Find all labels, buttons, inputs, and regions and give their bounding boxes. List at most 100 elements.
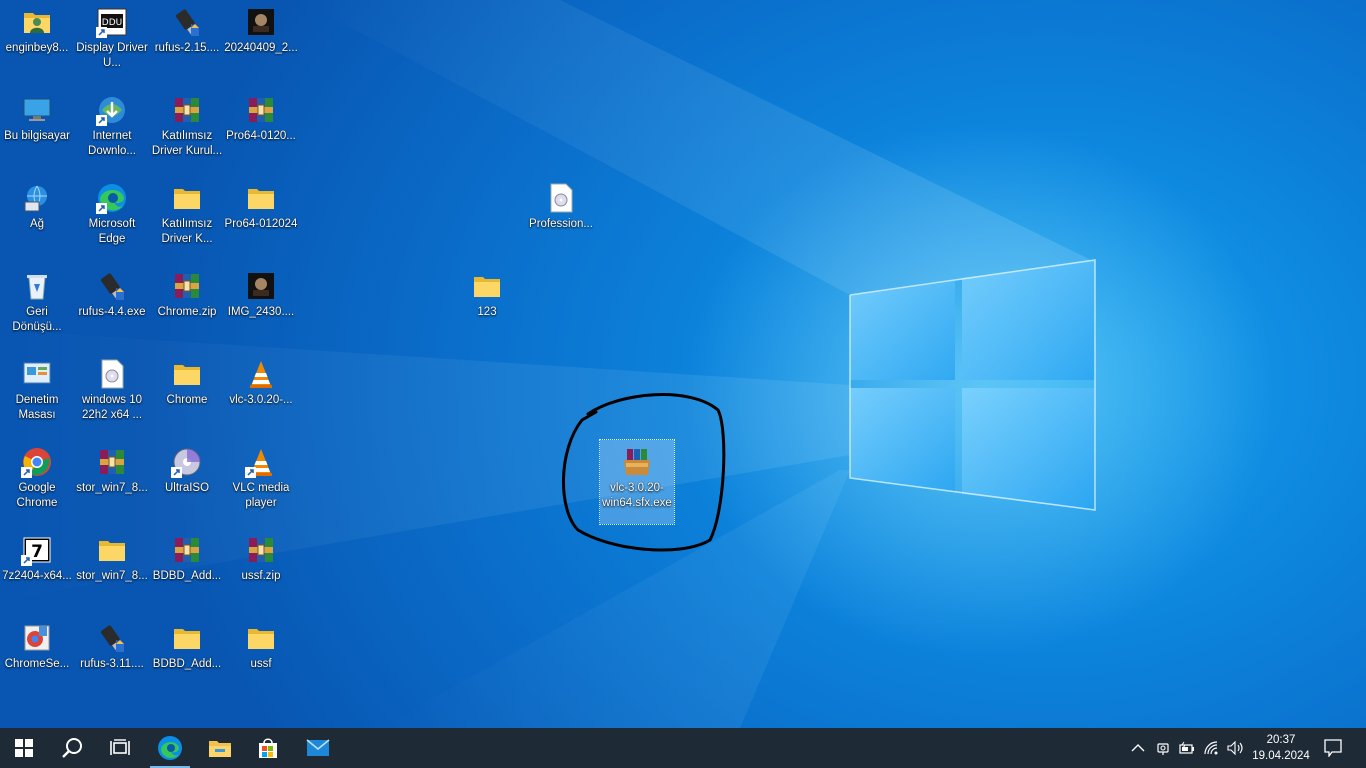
desktop-icon[interactable]: ChromeSe...: [0, 616, 74, 700]
desktop-icon[interactable]: stor_win7_8...: [75, 440, 149, 524]
desktop-icon-label: 123: [477, 306, 497, 318]
search-icon: [62, 738, 82, 758]
file-explorer-icon: [209, 741, 231, 757]
desktop-icon[interactable]: UltraISO: [150, 440, 224, 524]
desktop-icon[interactable]: ussf: [224, 616, 298, 700]
start-button[interactable]: [0, 728, 48, 768]
task-view-icon: [110, 739, 130, 755]
mail-icon: [306, 739, 330, 756]
winrar-archive-icon: [171, 94, 203, 126]
folder-icon: [171, 622, 203, 654]
usb-drive-icon: [96, 622, 128, 654]
disc-image-file-icon: [96, 358, 128, 390]
show-hidden-icons-button[interactable]: [1128, 728, 1148, 768]
battery-tray[interactable]: [1176, 728, 1198, 768]
desktop-icon[interactable]: 123: [450, 264, 524, 348]
desktop-icon[interactable]: Chrome: [150, 352, 224, 436]
desktop-icon[interactable]: Denetim Masası: [0, 352, 74, 436]
desktop-icon[interactable]: Pro64-0120...: [224, 88, 298, 172]
taskbar-file-explorer-button[interactable]: [196, 728, 244, 768]
desktop-icon[interactable]: IMG_2430....: [224, 264, 298, 348]
meet-now-tray[interactable]: [1152, 728, 1174, 768]
desktop-icon[interactable]: vlc-3.0.20-win64.sfx.exe: [599, 439, 675, 525]
taskbar-mail-button[interactable]: [294, 728, 342, 768]
desktop-icon-label: Chrome.zip: [157, 306, 217, 318]
volume-icon: [1227, 741, 1243, 755]
desktop-icon-label: BDBD_Add...: [152, 658, 222, 670]
desktop-icon[interactable]: rufus-2.15....: [150, 0, 224, 84]
desktop-icon-label: VLC media player: [232, 482, 290, 509]
winrar-archive-icon: [245, 94, 277, 126]
desktop-icon[interactable]: Pro64-012024: [224, 176, 298, 260]
desktop-icon-label: ChromeSe...: [4, 658, 70, 670]
desktop-icon-label: Katılımsız Driver Kurul...: [151, 130, 223, 157]
wifi-icon: [1204, 741, 1218, 755]
folder-icon: [245, 622, 277, 654]
desktop-icon[interactable]: Katılımsız Driver K...: [150, 176, 224, 260]
desktop-icon[interactable]: rufus-4.4.exe: [75, 264, 149, 348]
desktop-icon[interactable]: Internet Downlo...: [75, 88, 149, 172]
winrar-archive-icon: [171, 534, 203, 566]
desktop-icon-label: Pro64-012024: [224, 218, 298, 230]
desktop-icon[interactable]: VLC media player: [224, 440, 298, 524]
taskbar: 20:37 19.04.2024: [0, 728, 1366, 768]
desktop-icon-label: Geri Dönüşü...: [12, 306, 62, 333]
desktop-icon-label: ussf.zip: [241, 570, 281, 582]
desktop-icon[interactable]: Katılımsız Driver Kurul...: [150, 88, 224, 172]
desktop-icon-label: enginbey8...: [5, 42, 69, 54]
desktop-icon[interactable]: Chrome.zip: [150, 264, 224, 348]
desktop-icon[interactable]: Geri Dönüşü...: [0, 264, 74, 348]
desktop-icon-label: Katılımsız Driver K...: [161, 218, 213, 245]
recycle-bin-icon: [21, 270, 53, 302]
desktop-icon[interactable]: windows 10 22h2 x64 ...: [75, 352, 149, 436]
photo-thumbnail-icon: [245, 6, 277, 38]
desktop-icon-label: Chrome: [166, 394, 208, 406]
task-view-button[interactable]: [96, 728, 144, 768]
desktop[interactable]: enginbey8... DDU Display Driver U... rufus-…: [0, 0, 1366, 728]
vlc-icon: [245, 358, 277, 390]
desktop-icon[interactable]: rufus-3.11....: [75, 616, 149, 700]
chrome-icon: [21, 446, 53, 478]
desktop-icon-label: rufus-3.11....: [80, 658, 144, 670]
desktop-icon[interactable]: Ağ: [0, 176, 74, 260]
microsoft-store-icon: [259, 738, 277, 758]
action-center-button[interactable]: [1318, 728, 1348, 768]
volume-tray[interactable]: [1224, 728, 1248, 768]
taskbar-store-button[interactable]: [244, 728, 292, 768]
desktop-icon-label: UltraISO: [164, 482, 210, 494]
desktop-icon[interactable]: Bu bilgisayar: [0, 88, 74, 172]
desktop-icon[interactable]: enginbey8...: [0, 0, 74, 84]
control-panel-icon: [21, 358, 53, 390]
svg-text:7: 7: [31, 542, 43, 562]
desktop-icon-label: 7z2404-x64...: [2, 570, 72, 582]
network-icon: [21, 182, 53, 214]
desktop-icon-label: rufus-2.15....: [154, 42, 220, 54]
winrar-archive-icon: [96, 446, 128, 478]
taskbar-clock[interactable]: 20:37 19.04.2024: [1248, 728, 1314, 768]
desktop-icon[interactable]: ussf.zip: [224, 528, 298, 612]
folder-icon: [96, 534, 128, 566]
desktop-icon[interactable]: DDU Display Driver U...: [75, 0, 149, 84]
ultraiso-icon: [171, 446, 203, 478]
desktop-icon-label: Profession...: [529, 218, 593, 230]
desktop-icon[interactable]: stor_win7_8...: [75, 528, 149, 612]
desktop-icon[interactable]: BDBD_Add...: [150, 528, 224, 612]
desktop-icon-label: IMG_2430....: [227, 306, 295, 318]
desktop-icon-label: stor_win7_8...: [76, 482, 148, 494]
desktop-icon[interactable]: 20240409_2...: [224, 0, 298, 84]
desktop-icon[interactable]: BDBD_Add...: [150, 616, 224, 700]
taskbar-edge-button[interactable]: [146, 728, 194, 768]
wifi-tray[interactable]: [1200, 728, 1224, 768]
desktop-icon[interactable]: vlc-3.0.20-...: [224, 352, 298, 436]
search-button[interactable]: [48, 728, 96, 768]
desktop-icon[interactable]: 7 7z2404-x64...: [0, 528, 74, 612]
desktop-icon[interactable]: Profession...: [524, 176, 598, 260]
desktop-icon-label: ussf: [250, 658, 272, 670]
desktop-icon-label: Microsoft Edge: [88, 218, 136, 245]
folder-icon: [171, 358, 203, 390]
disc-image-file-icon: [545, 182, 577, 214]
desktop-icon-label: rufus-4.4.exe: [78, 306, 146, 318]
desktop-icon[interactable]: Google Chrome: [0, 440, 74, 524]
desktop-icon[interactable]: Microsoft Edge: [75, 176, 149, 260]
meet-now-icon: [1157, 743, 1169, 755]
